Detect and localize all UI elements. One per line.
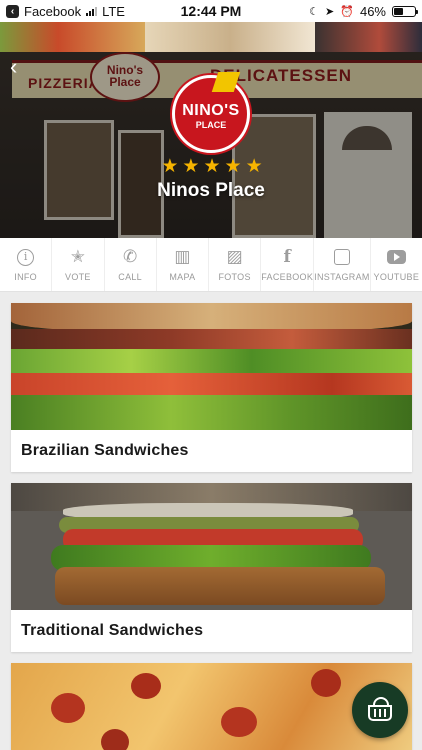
cart-button[interactable] (352, 682, 408, 741)
logo-text: NINO'S (182, 102, 240, 119)
restaurant-header: PIZZERIA DELICATESSEN Nino's Place ‹ NIN… (0, 22, 422, 238)
star-icon: ★ (182, 156, 200, 177)
carrier-label: LTE (102, 3, 125, 19)
tab-facebook[interactable]: f FACEBOOK (261, 238, 315, 291)
info-icon: i (16, 247, 36, 267)
action-bar: i INFO ✭ VOTE ✆ CALL ▥ MAPA ▨ FOTOS f FA… (0, 238, 422, 292)
tab-vote[interactable]: ✭ VOTE (52, 238, 105, 291)
rating-stars: ★ ★ ★ ★ ★ (160, 155, 264, 178)
tab-label: INSTAGRAM (314, 272, 370, 282)
instagram-icon (332, 247, 352, 267)
map-icon: ▥ (174, 247, 191, 266)
basket-icon (368, 697, 392, 721)
tab-instagram[interactable]: INSTAGRAM (314, 238, 371, 291)
food-photo-strip (0, 22, 422, 52)
back-button[interactable]: ‹ (10, 56, 34, 80)
moon-icon: ☾ (309, 5, 320, 18)
tab-label: VOTE (65, 272, 91, 282)
status-bar: ‹ Facebook LTE 12:44 PM ☾ ➤ ⏰ 46% (0, 0, 422, 22)
star-icon: ★ (224, 156, 242, 177)
tab-info[interactable]: i INFO (0, 238, 53, 291)
tab-label: MAPA (169, 272, 196, 282)
star-icon: ✭ (70, 247, 85, 266)
youtube-icon (386, 247, 406, 267)
tab-mapa[interactable]: ▥ MAPA (157, 238, 209, 291)
tab-call[interactable]: ✆ CALL (105, 238, 157, 291)
back-arrow-icon[interactable]: ‹ (6, 4, 19, 18)
tab-youtube[interactable]: YOUTUBE (371, 238, 422, 291)
category-card-traditional-sandwiches[interactable]: Traditional Sandwiches (11, 483, 412, 652)
photos-icon: ▨ (226, 247, 243, 266)
category-list: Brazilian Sandwiches Traditional Sandwic… (0, 292, 422, 750)
category-image (11, 483, 412, 610)
battery-icon (392, 5, 418, 17)
star-icon: ★ (161, 156, 179, 177)
phone-icon: ✆ (123, 247, 138, 266)
back-to-app-label[interactable]: Facebook (24, 4, 81, 19)
logo-subtext: PLACE (195, 120, 227, 130)
category-title: Brazilian Sandwiches (21, 442, 189, 459)
tab-label: YOUTUBE (373, 272, 420, 282)
tab-label: CALL (118, 272, 142, 282)
location-icon: ➤ (325, 5, 335, 18)
alarm-icon: ⏰ (340, 5, 354, 18)
app-screen: ‹ Facebook LTE 12:44 PM ☾ ➤ ⏰ 46% PIZZER… (0, 0, 422, 750)
star-icon: ★ (245, 156, 263, 177)
category-image (11, 303, 412, 430)
category-title: Traditional Sandwiches (21, 622, 204, 639)
signal-icon (86, 6, 98, 16)
tab-label: FOTOS (218, 272, 251, 282)
battery-percent: 46% (359, 3, 386, 19)
restaurant-logo: NINO'S PLACE (172, 72, 250, 153)
tab-label: FACEBOOK (261, 272, 314, 282)
star-icon: ★ (203, 156, 221, 177)
facebook-icon: f (283, 247, 291, 267)
place-name: Ninos Place (157, 180, 265, 201)
tab-fotos[interactable]: ▨ FOTOS (209, 238, 262, 291)
tab-label: INFO (14, 272, 37, 282)
logo-flag-icon (211, 72, 241, 92)
category-card-brazilian-sandwiches[interactable]: Brazilian Sandwiches (11, 303, 412, 472)
